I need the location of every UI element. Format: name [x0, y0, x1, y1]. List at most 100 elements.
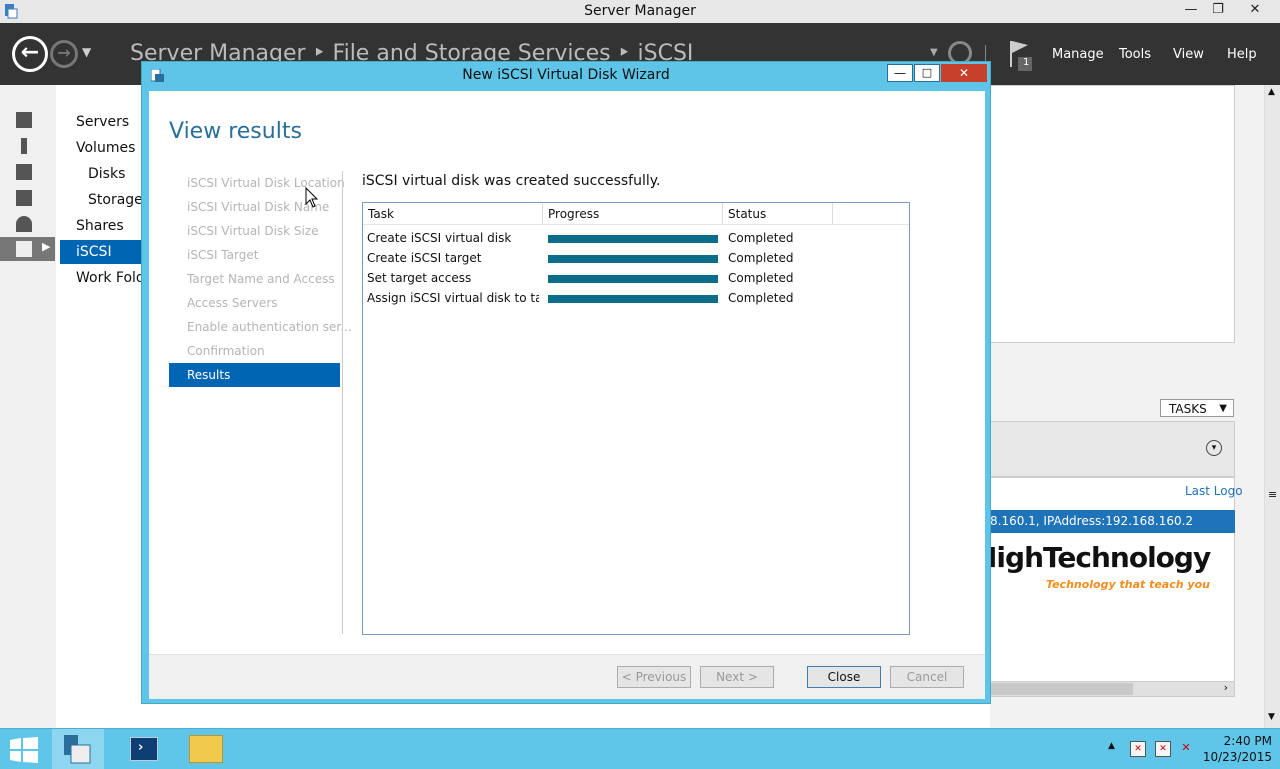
- mouse-cursor-icon: [305, 187, 319, 208]
- status-cell: Completed: [728, 231, 794, 245]
- menu-tools[interactable]: Tools: [1119, 47, 1151, 62]
- task-cell: Create iSCSI target: [367, 251, 482, 265]
- progress-bar: [548, 275, 718, 283]
- local-server-icon[interactable]: [21, 138, 27, 154]
- wizard-close-icon[interactable]: ✕: [941, 64, 987, 82]
- collapse-chevron-icon[interactable]: ▾: [1206, 440, 1222, 456]
- result-message: iSCSI virtual disk was created successfu…: [362, 173, 661, 189]
- status-cell: Completed: [728, 251, 794, 265]
- cancel-button[interactable]: Cancel: [890, 666, 964, 688]
- scroll-grip-icon[interactable]: ≡: [1268, 488, 1277, 501]
- column-header-progress[interactable]: Progress: [543, 203, 723, 225]
- background-section: ▾: [990, 421, 1235, 477]
- step-disk-location: iSCSI Virtual Disk Location: [187, 176, 345, 190]
- table-row[interactable]: Set target access Completed: [363, 269, 909, 289]
- step-iscsi-target: iSCSI Target: [187, 248, 259, 262]
- file-storage-icon[interactable]: [16, 190, 32, 206]
- taskbar-server-manager[interactable]: [52, 729, 104, 769]
- progress-bar: [548, 295, 718, 303]
- watermark-brand: HighTechnology: [974, 541, 1211, 574]
- next-button[interactable]: Next >: [700, 666, 774, 688]
- server-manager-icon: [64, 735, 91, 764]
- subnav-servers[interactable]: Servers: [76, 114, 129, 130]
- wizard-maximize-button[interactable]: □: [914, 64, 940, 82]
- dashboard-icon[interactable]: [16, 112, 32, 128]
- task-cell: Set target access: [367, 271, 472, 285]
- column-header-empty: [833, 203, 909, 225]
- wizard-body: View results iSCSI Virtual Disk Location…: [149, 91, 985, 699]
- file-explorer-icon[interactable]: [189, 735, 223, 763]
- subnav-storage[interactable]: Storage: [88, 192, 143, 208]
- selected-nav-item[interactable]: ▶: [0, 237, 55, 261]
- scroll-thumb[interactable]: [991, 683, 1133, 695]
- status-cell: Completed: [728, 291, 794, 305]
- network-icon[interactable]: ✕: [1155, 741, 1171, 757]
- background-panel: [990, 85, 1235, 343]
- notifications-flag-icon[interactable]: 1: [1008, 39, 1036, 73]
- ip-row-text: 8.160.1, IPAddress:192.168.160.2: [990, 514, 1194, 528]
- step-target-name: Target Name and Access: [187, 272, 335, 286]
- status-cell: Completed: [728, 271, 794, 285]
- step-results: Results: [187, 368, 231, 382]
- subnav-iscsi-selected[interactable]: iSCSI: [60, 240, 141, 264]
- scroll-up-icon[interactable]: ▲: [1268, 87, 1275, 97]
- iis-icon[interactable]: [16, 216, 32, 232]
- column-header-status[interactable]: Status: [723, 203, 833, 225]
- step-results-selected[interactable]: Results: [169, 363, 340, 387]
- scroll-down-icon[interactable]: ▼: [1268, 712, 1275, 722]
- tasks-dropdown[interactable]: TASKS ▼: [1160, 399, 1234, 417]
- table-row[interactable]: Create iSCSI virtual disk Completed: [363, 229, 909, 249]
- file-storage-subnav: Servers Volumes Disks Storage Shares iSC…: [56, 85, 145, 728]
- back-button[interactable]: ←: [12, 36, 48, 72]
- menu-view[interactable]: View: [1173, 47, 1204, 62]
- subnav-iscsi: iSCSI: [76, 244, 112, 260]
- tasks-label: TASKS: [1169, 402, 1207, 416]
- progress-bar: [548, 255, 718, 263]
- wizard-minimize-button[interactable]: —: [887, 64, 913, 82]
- subnav-disks[interactable]: Disks: [88, 166, 125, 182]
- close-button[interactable]: Close: [807, 666, 881, 688]
- server-manager-titlebar: Server Manager — ❐ ✕: [0, 0, 1280, 24]
- start-windows-icon[interactable]: [10, 737, 38, 763]
- watermark-tagline: Technology that teach you: [1046, 578, 1210, 591]
- ip-address-row[interactable]: 8.160.1, IPAddress:192.168.160.2: [990, 510, 1235, 533]
- nav-history-dropdown-icon[interactable]: ▼: [82, 45, 91, 59]
- horizontal-scrollbar[interactable]: ›: [990, 681, 1235, 697]
- volume-muted-icon[interactable]: ✕: [1179, 741, 1193, 755]
- notification-count: 1: [1023, 57, 1030, 68]
- iscsi-wizard-dialog: New iSCSI Virtual Disk Wizard — □ ✕ View…: [141, 61, 991, 704]
- column-header-task[interactable]: Task: [363, 203, 543, 225]
- clock-date: 10/23/2015: [1202, 750, 1272, 764]
- progress-bar: [548, 235, 718, 243]
- subnav-shares[interactable]: Shares: [76, 218, 124, 234]
- powershell-icon[interactable]: ›: [130, 737, 158, 761]
- clock-time: 2:40 PM: [1223, 734, 1272, 748]
- last-logon-column[interactable]: Last Logo: [1185, 484, 1243, 498]
- server-manager-app-icon: [5, 4, 18, 19]
- action-center-icon[interactable]: ✕: [1130, 741, 1146, 757]
- scroll-right-icon[interactable]: ›: [1224, 681, 1228, 694]
- vertical-scrollbar[interactable]: ▲ ≡ ▼: [1264, 85, 1280, 728]
- subnav-work-folders[interactable]: Work Fold: [76, 270, 145, 286]
- menu-manage[interactable]: Manage: [1052, 47, 1104, 62]
- show-hidden-icons-icon[interactable]: ▲: [1108, 741, 1115, 751]
- menu-help[interactable]: Help: [1227, 47, 1257, 62]
- close-window-button[interactable]: ✕: [1244, 2, 1266, 18]
- table-row[interactable]: Create iSCSI target Completed: [363, 249, 909, 269]
- wizard-footer: < Previous Next > Close Cancel: [149, 654, 985, 699]
- step-access-servers: Access Servers: [187, 296, 278, 310]
- background-content: ▾ Last Logo ›: [990, 85, 1280, 728]
- clock[interactable]: 2:40 PM 10/23/2015: [1203, 733, 1272, 765]
- table-row[interactable]: Assign iSCSI virtual disk to target Compl…: [363, 289, 909, 309]
- subnav-volumes[interactable]: Volumes: [76, 140, 135, 156]
- tasks-dropdown-icon: ▼: [1219, 403, 1227, 414]
- forward-button[interactable]: →: [50, 40, 78, 68]
- results-table: Task Progress Status Create iSCSI virtua…: [362, 202, 910, 635]
- previous-button[interactable]: < Previous: [617, 666, 691, 688]
- file-services-icon: [16, 241, 32, 257]
- all-servers-icon[interactable]: [16, 164, 32, 180]
- step-disk-size: iSCSI Virtual Disk Size: [187, 224, 319, 238]
- restore-button[interactable]: ❐: [1207, 2, 1229, 18]
- breadcrumb-dropdown-icon[interactable]: ▼: [930, 47, 938, 58]
- minimize-button[interactable]: —: [1180, 2, 1202, 18]
